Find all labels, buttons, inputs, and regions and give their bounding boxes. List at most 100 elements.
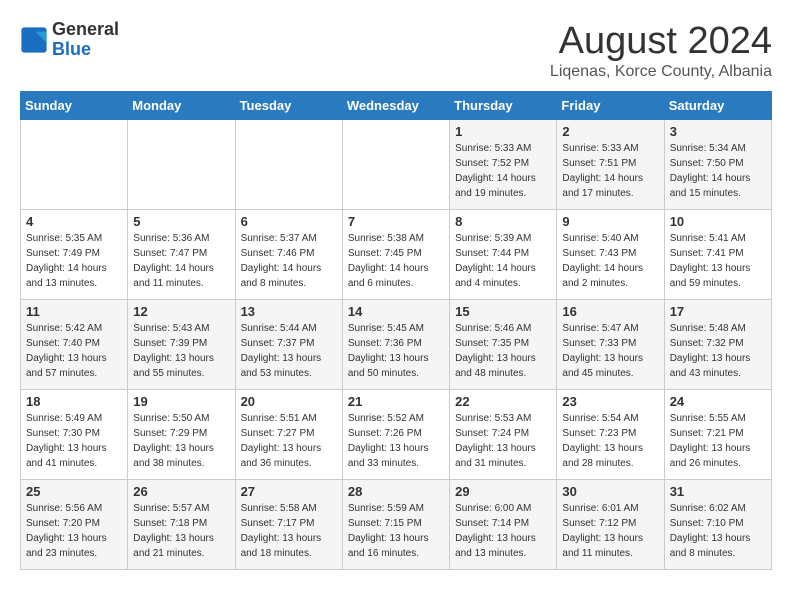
day-info: Sunrise: 5:49 AMSunset: 7:30 PMDaylight:… [26,411,122,471]
day-info: Sunrise: 5:50 AMSunset: 7:29 PMDaylight:… [133,411,229,471]
day-info: Sunrise: 5:58 AMSunset: 7:17 PMDaylight:… [241,501,337,561]
day-number: 12 [133,304,229,319]
day-info: Sunrise: 5:51 AMSunset: 7:27 PMDaylight:… [241,411,337,471]
table-cell: 18 Sunrise: 5:49 AMSunset: 7:30 PMDayligh… [21,390,128,480]
table-cell: 12 Sunrise: 5:43 AMSunset: 7:39 PMDayligh… [128,300,235,390]
day-info: Sunrise: 5:37 AMSunset: 7:46 PMDaylight:… [241,231,337,291]
day-number: 25 [26,484,122,499]
day-number: 9 [562,214,658,229]
table-cell: 29 Sunrise: 6:00 AMSunset: 7:14 PMDayligh… [450,480,557,570]
table-cell: 4 Sunrise: 5:35 AMSunset: 7:49 PMDaylight… [21,210,128,300]
table-cell: 20Sunrise: 5:51 AMSunset: 7:27 PMDayligh… [235,390,342,480]
table-cell: 21 Sunrise: 5:52 AMSunset: 7:26 PMDayligh… [342,390,449,480]
day-info: Sunrise: 5:55 AMSunset: 7:21 PMDaylight:… [670,411,766,471]
logo-general-text: General [52,20,119,40]
table-cell [21,120,128,210]
table-cell: 1 Sunrise: 5:33 AMSunset: 7:52 PMDaylight… [450,120,557,210]
day-number: 6 [241,214,337,229]
day-number: 30 [562,484,658,499]
logo: General Blue [20,20,119,60]
day-number: 16 [562,304,658,319]
day-info: Sunrise: 5:43 AMSunset: 7:39 PMDaylight:… [133,321,229,381]
day-number: 28 [348,484,444,499]
day-number: 14 [348,304,444,319]
day-number: 1 [455,124,551,139]
week-row-5: 25 Sunrise: 5:56 AMSunset: 7:20 PMDayligh… [21,480,772,570]
header: General Blue August 2024 Liqenas, Korce … [20,20,772,81]
day-number: 11 [26,304,122,319]
week-row-1: 1 Sunrise: 5:33 AMSunset: 7:52 PMDaylight… [21,120,772,210]
weekday-saturday: Saturday [664,92,771,120]
table-cell [128,120,235,210]
table-cell [235,120,342,210]
table-cell: 27Sunrise: 5:58 AMSunset: 7:17 PMDayligh… [235,480,342,570]
day-info: Sunrise: 5:39 AMSunset: 7:44 PMDaylight:… [455,231,551,291]
title-section: August 2024 Liqenas, Korce County, Alban… [550,20,772,81]
calendar-title: August 2024 [550,20,772,63]
day-info: Sunrise: 5:36 AMSunset: 7:47 PMDaylight:… [133,231,229,291]
day-number: 4 [26,214,122,229]
day-number: 29 [455,484,551,499]
day-info: Sunrise: 5:33 AMSunset: 7:52 PMDaylight:… [455,141,551,201]
day-info: Sunrise: 5:46 AMSunset: 7:35 PMDaylight:… [455,321,551,381]
day-number: 24 [670,394,766,409]
day-info: Sunrise: 6:01 AMSunset: 7:12 PMDaylight:… [562,501,658,561]
day-info: Sunrise: 5:54 AMSunset: 7:23 PMDaylight:… [562,411,658,471]
table-cell: 23 Sunrise: 5:54 AMSunset: 7:23 PMDayligh… [557,390,664,480]
day-number: 13 [241,304,337,319]
table-cell: 14 Sunrise: 5:45 AMSunset: 7:36 PMDayligh… [342,300,449,390]
day-info: Sunrise: 5:44 AMSunset: 7:37 PMDaylight:… [241,321,337,381]
weekday-wednesday: Wednesday [342,92,449,120]
day-number: 3 [670,124,766,139]
table-cell: 8 Sunrise: 5:39 AMSunset: 7:44 PMDaylight… [450,210,557,300]
week-row-4: 18 Sunrise: 5:49 AMSunset: 7:30 PMDayligh… [21,390,772,480]
day-number: 23 [562,394,658,409]
table-cell: 9 Sunrise: 5:40 AMSunset: 7:43 PMDaylight… [557,210,664,300]
calendar-table: SundayMondayTuesdayWednesdayThursdayFrid… [20,91,772,570]
weekday-thursday: Thursday [450,92,557,120]
day-number: 15 [455,304,551,319]
day-info: Sunrise: 5:40 AMSunset: 7:43 PMDaylight:… [562,231,658,291]
week-row-3: 11Sunrise: 5:42 AMSunset: 7:40 PMDayligh… [21,300,772,390]
table-cell: 3 Sunrise: 5:34 AMSunset: 7:50 PMDaylight… [664,120,771,210]
table-cell: 7Sunrise: 5:38 AMSunset: 7:45 PMDaylight… [342,210,449,300]
day-info: Sunrise: 5:41 AMSunset: 7:41 PMDaylight:… [670,231,766,291]
day-number: 8 [455,214,551,229]
day-number: 17 [670,304,766,319]
day-info: Sunrise: 5:35 AMSunset: 7:49 PMDaylight:… [26,231,122,291]
day-info: Sunrise: 5:56 AMSunset: 7:20 PMDaylight:… [26,501,122,561]
day-info: Sunrise: 5:57 AMSunset: 7:18 PMDaylight:… [133,501,229,561]
weekday-monday: Monday [128,92,235,120]
day-number: 26 [133,484,229,499]
table-cell: 15 Sunrise: 5:46 AMSunset: 7:35 PMDayligh… [450,300,557,390]
day-info: Sunrise: 5:38 AMSunset: 7:45 PMDaylight:… [348,231,444,291]
day-number: 19 [133,394,229,409]
table-cell: 31Sunrise: 6:02 AMSunset: 7:10 PMDayligh… [664,480,771,570]
weekday-tuesday: Tuesday [235,92,342,120]
day-number: 2 [562,124,658,139]
weekday-friday: Friday [557,92,664,120]
table-cell: 13 Sunrise: 5:44 AMSunset: 7:37 PMDayligh… [235,300,342,390]
logo-blue-text: Blue [52,40,119,60]
day-info: Sunrise: 5:52 AMSunset: 7:26 PMDaylight:… [348,411,444,471]
table-cell: 17Sunrise: 5:48 AMSunset: 7:32 PMDayligh… [664,300,771,390]
table-cell: 30 Sunrise: 6:01 AMSunset: 7:12 PMDayligh… [557,480,664,570]
table-cell: 24 Sunrise: 5:55 AMSunset: 7:21 PMDayligh… [664,390,771,480]
day-number: 10 [670,214,766,229]
table-cell [342,120,449,210]
logo-icon [20,26,48,54]
table-cell: 10 Sunrise: 5:41 AMSunset: 7:41 PMDayligh… [664,210,771,300]
day-info: Sunrise: 5:45 AMSunset: 7:36 PMDaylight:… [348,321,444,381]
day-info: Sunrise: 6:00 AMSunset: 7:14 PMDaylight:… [455,501,551,561]
calendar-subtitle: Liqenas, Korce County, Albania [550,63,772,81]
day-info: Sunrise: 5:47 AMSunset: 7:33 PMDaylight:… [562,321,658,381]
day-number: 18 [26,394,122,409]
weekday-header-row: SundayMondayTuesdayWednesdayThursdayFrid… [21,92,772,120]
week-row-2: 4 Sunrise: 5:35 AMSunset: 7:49 PMDaylight… [21,210,772,300]
table-cell: 6 Sunrise: 5:37 AMSunset: 7:46 PMDaylight… [235,210,342,300]
day-number: 21 [348,394,444,409]
table-cell: 5 Sunrise: 5:36 AMSunset: 7:47 PMDaylight… [128,210,235,300]
table-cell: 16 Sunrise: 5:47 AMSunset: 7:33 PMDayligh… [557,300,664,390]
day-info: Sunrise: 5:34 AMSunset: 7:50 PMDaylight:… [670,141,766,201]
day-number: 5 [133,214,229,229]
